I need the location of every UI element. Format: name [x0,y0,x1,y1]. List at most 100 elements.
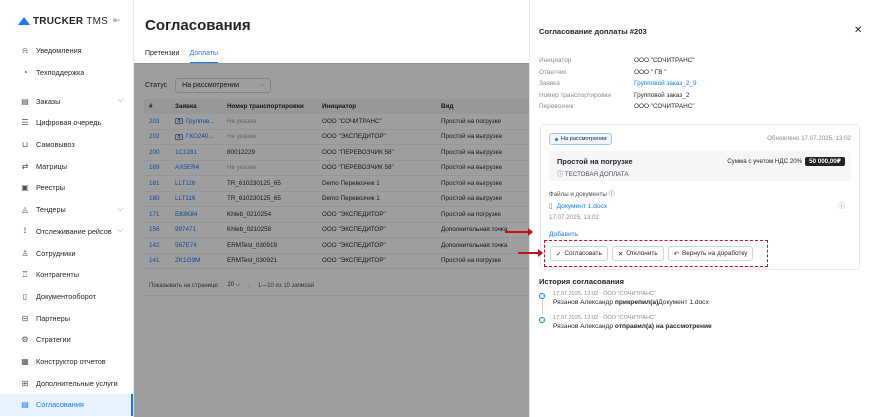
sidebar-item-label: Конструктор отчетов [36,356,106,366]
sidebar-item[interactable]: ▤ Заказы ⌵ [0,90,133,112]
info-key: Инициатор [539,57,572,65]
check-icon: ✓ [556,250,562,258]
document-date: 17.07.2025, 13:02 [549,214,599,221]
sidebar-item-label: Техподдержка [36,68,85,78]
drawer-title: Согласование доплаты #203 [539,27,647,36]
sidebar-nav: ⍾ Уведомления ◔ Техподдержка ▤ Заказы ⌵ ☰ Цифров… [0,40,133,416]
tabs: Претензии Доплаты [145,50,219,63]
reject-button[interactable]: ✕ Отклонить [611,246,664,261]
info-value: ООО "СОЧИТРАНС" [634,57,695,65]
files-label-text: Файлы и документы [549,191,607,198]
history-list: 17.07.2025, 13:02 · ООО "СОЧИТРАНС" Рязан… [539,291,712,339]
sidebar-item-label: Отслеживание рейсов [36,226,112,236]
charge-name: Простой на погрузке [557,157,633,166]
status-badge: На рассмотрении [549,133,613,145]
info-key: Ответчик [539,68,567,76]
sidebar-item-label: Сотрудники [36,248,76,258]
sidebar-item[interactable]: ◔ Техподдержка [0,62,133,84]
request-link[interactable]: Групповой заказ_2_9 [634,80,697,87]
sidebar-item[interactable]: ☰ Цифровая очередь [0,112,133,134]
history-title: История согласования [539,277,624,286]
info-key: Заявка [539,80,560,88]
modal-backdrop[interactable] [134,63,529,417]
approve-label: Согласовать [564,250,602,257]
surcharge-drawer: Согласование доплаты #203 ✕ Инициатор ООО… [529,0,880,417]
sidebar-item-label: Тендеры [36,205,66,215]
page-title: Согласования [145,17,251,34]
history-item: 17.07.2025, 13:02 · ООО "СОЧИТРАНС" Рязан… [539,315,712,339]
sidebar-item-label: Реестры [36,183,65,193]
sidebar-item-label: Матрицы [36,161,67,171]
annotation-arrow-actions [518,249,543,257]
history-tail: Документ 1.docx [658,299,709,306]
document-info-icon[interactable]: ⓘ [838,201,845,211]
charge-comment-text: ТЕСТОВАЯ ДОПЛАТА [564,171,629,178]
pickup-icon: ⊔ [21,140,29,150]
sidebar-item[interactable]: ▤ Согласования [0,394,133,416]
document-icon: ▯ [549,203,553,210]
collapse-sidebar-icon[interactable]: ⇤ [113,15,121,26]
sidebar-item[interactable]: ◬ Тендеры ⌵ [0,199,133,221]
history-meta: 17.07.2025, 13:02 · ООО "СОЧИТРАНС" [553,291,657,297]
sidebar-item[interactable]: ⇄ Матрицы [0,155,133,177]
sidebar-item[interactable]: ⍾ Уведомления [0,40,133,62]
tab-claims[interactable]: Претензии [145,50,180,63]
info-row: Инициатор ООО "СОЧИТРАНС" [539,55,697,67]
timeline-dot-icon [539,317,545,323]
sidebar-item[interactable]: ⚙ Стратегии [0,329,133,351]
sidebar-item[interactable]: ♙ Сотрудники [0,242,133,264]
matrix-icon: ⇄ [21,161,29,171]
return-label: Вернуть на доработку [682,250,748,257]
chevron-down-icon: ⌵ [117,227,123,235]
return-button[interactable]: ↶ Вернуть на доработку [667,246,754,261]
add-document-link[interactable]: Добавить [549,231,578,238]
sidebar-item[interactable]: ⊔ Самовывоз [0,134,133,156]
sidebar: TRUCKER TMS ⇤ ⍾ Уведомления ◔ Техподдержка ▤… [0,0,134,417]
logo-icon [18,17,30,25]
sidebar-item[interactable]: ▣ Реестры [0,177,133,199]
orders-icon: ▤ [21,96,29,106]
sidebar-item[interactable]: ▯ Документооборот [0,286,133,308]
sidebar-item-label: Самовывоз [36,140,75,150]
sidebar-item[interactable]: ▦ Конструктор отчетов [0,351,133,373]
sidebar-item-label: Партнеры [36,313,70,323]
tab-surcharges[interactable]: Доплаты [189,50,219,63]
history-text: Рязанов Александр прикрепил(а)Документ 1… [553,299,712,306]
charge-sum: Сумма с учетом НДС 20% 50 000,00₽ [727,157,845,166]
sidebar-item[interactable]: ⟟ Отслеживание рейсов ⌵ [0,221,133,243]
sidebar-item[interactable]: ⊟ Партнеры [0,307,133,329]
info-icon[interactable]: ⓘ [609,191,615,198]
close-icon[interactable]: ✕ [854,25,862,36]
sidebar-item-label: Дополнительные услуги [36,378,118,388]
sidebar-item[interactable]: ⊞ Дополнительные услуги [0,372,133,394]
sidebar-item-label: Согласования [36,400,84,410]
tracking-icon: ⟟ [23,226,27,236]
sum-amount: 50 000,00₽ [805,157,845,166]
updated-time: Обновлено 17.07.2025, 13:02 [767,135,851,142]
document-link[interactable]: ▯ Документ 1.docx [549,202,607,211]
status-badge-label: На рассмотрении [561,136,607,142]
services-icon: ⊞ [21,378,29,388]
history-action: отправил(а) на рассмотрение [614,323,712,330]
bell-icon: ⍾ [22,45,28,55]
close-icon: ✕ [617,250,624,258]
logo-suffix: TMS [86,15,109,27]
approve-button[interactable]: ✓ Согласовать [550,246,608,261]
sidebar-item-label: Цифровая очередь [36,118,102,128]
drawer-info: Инициатор ООО "СОЧИТРАНС" Ответчик ООО " ГВ… [539,55,697,113]
status-dot-icon [555,137,558,141]
charge-comment: ⓘ ТЕСТОВАЯ ДОПЛАТА [557,169,629,178]
queue-icon: ☰ [21,118,29,128]
timeline-line [542,300,543,315]
timeline-dot-icon [539,293,545,299]
history-user: Рязанов Александр [553,323,614,330]
annotation-arrow-add [505,228,533,236]
tenders-icon: ◬ [21,205,29,215]
partners-icon: ⊟ [21,313,29,323]
sidebar-item-label: Стратегии [36,335,71,345]
info-row: Номер транспортировки Групповой заказ_2 [539,90,697,102]
sidebar-item-label: Документооборот [36,291,96,301]
chevron-down-icon: ⌵ [117,97,123,105]
sidebar-item[interactable]: ♖ Контрагенты [0,264,133,286]
